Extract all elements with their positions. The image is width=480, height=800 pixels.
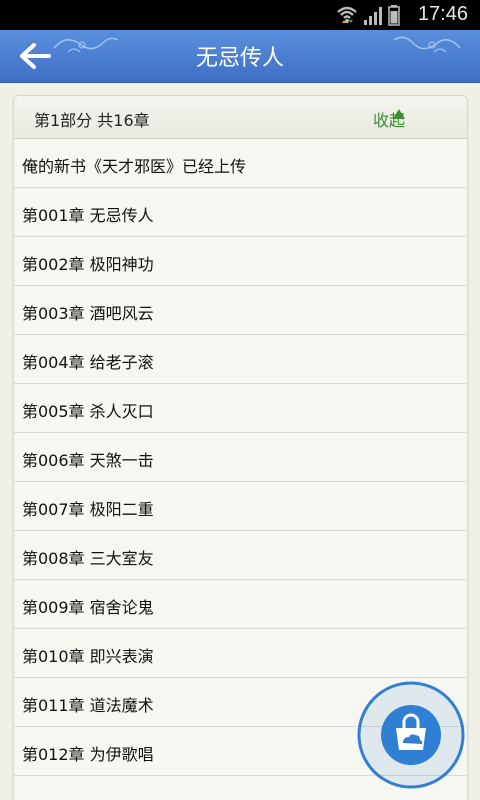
chapter-title: 第012章 为伊歌唱 <box>22 745 154 764</box>
part-title: 第1部分 共16章 <box>34 111 150 130</box>
chapter-item[interactable]: 第003章 酒吧风云 <box>14 286 467 335</box>
chapter-title: 第004章 给老子滚 <box>22 353 154 372</box>
chapter-title: 第007章 极阳二重 <box>22 500 154 519</box>
chapter-title: 第010章 即兴表演 <box>22 647 154 666</box>
chapter-title: 第002章 极阳神功 <box>22 255 154 274</box>
decorative-swirl-icon <box>393 36 461 53</box>
wifi-icon <box>337 6 357 23</box>
part-header: 第1部分 共16章 收起 <box>14 96 467 139</box>
chapter-title: 第001章 无忌传人 <box>22 206 154 225</box>
chapter-title: 第008章 三大室友 <box>22 549 154 568</box>
app-header: 无忌传人 <box>0 30 480 83</box>
chapter-item[interactable]: 第001章 无忌传人 <box>14 188 467 237</box>
battery-icon <box>388 5 400 26</box>
chapter-list-area: 第1部分 共16章 收起 俺的新书《天才邪医》已经上传 第001章 无忌传人 第00… <box>0 83 480 800</box>
status-icons <box>337 5 400 26</box>
chapter-item[interactable]: 第008章 三大室友 <box>14 531 467 580</box>
status-time: 17:46 <box>417 3 468 25</box>
chapter-item[interactable]: 第005章 杀人灭口 <box>14 384 467 433</box>
chapter-item[interactable]: 俺的新书《天才邪医》已经上传 <box>14 139 467 188</box>
chapter-title: 俺的新书《天才邪医》已经上传 <box>22 157 247 176</box>
chapter-item[interactable]: 第010章 即兴表演 <box>14 629 467 678</box>
chapter-title: 第009章 宿舍论鬼 <box>22 598 154 617</box>
chapter-title: 第011章 道法魔术 <box>22 696 154 715</box>
chapter-item[interactable]: 第006章 天煞一击 <box>14 433 467 482</box>
chapter-item[interactable]: 第002章 极阳神功 <box>14 237 467 286</box>
chapter-title: 第003章 酒吧风云 <box>22 304 154 323</box>
status-bar: 17:46 <box>0 0 480 30</box>
triangle-up-icon[interactable] <box>393 109 405 119</box>
chapter-title: 第005章 杀人灭口 <box>22 402 154 421</box>
hicloud-watermark <box>357 681 465 789</box>
chapter-title: 第006章 天煞一击 <box>22 451 154 470</box>
signal-icon <box>364 7 382 25</box>
chapter-item[interactable]: 第009章 宿舍论鬼 <box>14 580 467 629</box>
chapter-item[interactable]: 第007章 极阳二重 <box>14 482 467 531</box>
chapter-item[interactable]: 第004章 给老子滚 <box>14 335 467 384</box>
